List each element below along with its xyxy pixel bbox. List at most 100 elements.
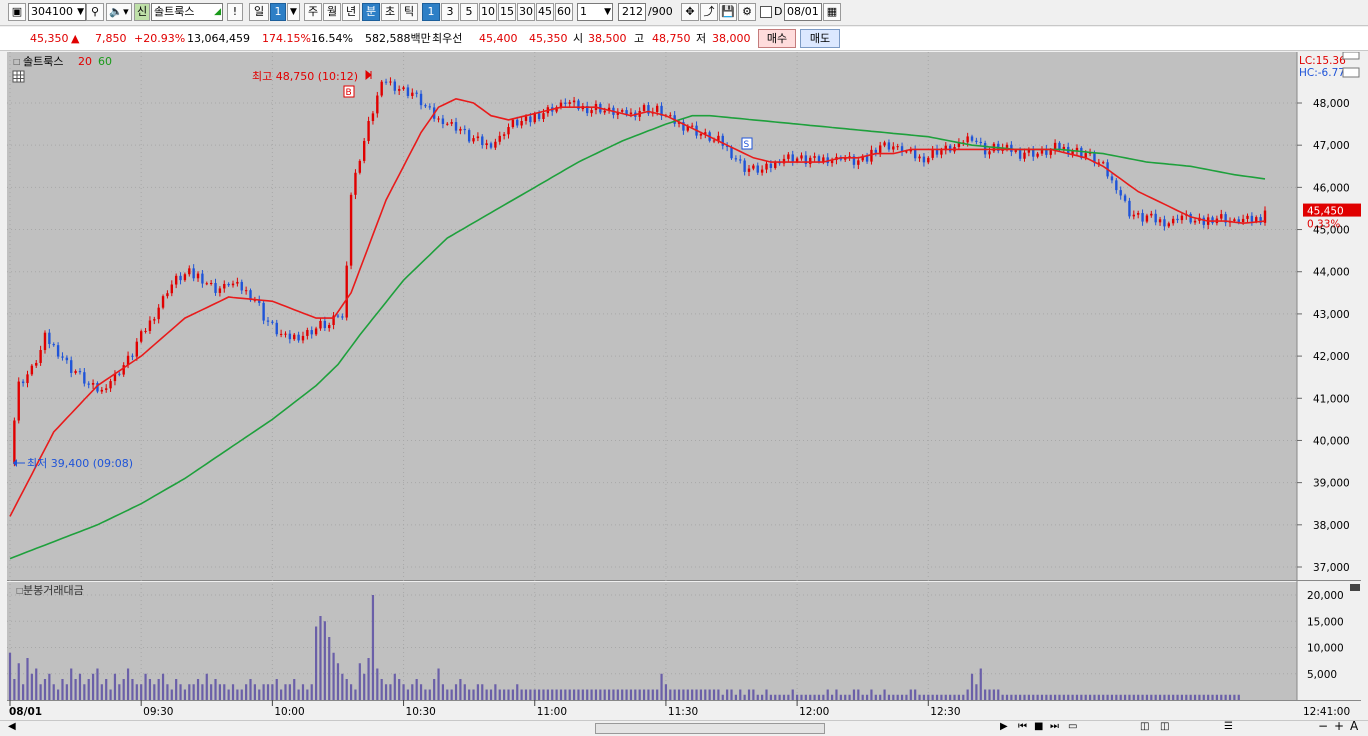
interval-5[interactable]: 5 (460, 3, 478, 21)
calendar-icon[interactable]: ▦ (823, 3, 841, 21)
chart-scrollbar[interactable]: ◀ ▶ ⏮ ■ ⏭ ▭ ◫ ◫ ☰ − + A (0, 719, 1368, 736)
day-count[interactable]: 1 (270, 3, 286, 21)
crosshair-icon[interactable]: ✥ (681, 3, 699, 21)
count-input[interactable]: 212 (618, 3, 646, 21)
table-icon[interactable] (12, 70, 25, 83)
best-ask: 45,400 (479, 32, 518, 45)
candle-body (1032, 149, 1035, 157)
volume-bar (192, 684, 195, 700)
interval-3[interactable]: 3 (441, 3, 459, 21)
tick-tab[interactable]: 틱 (400, 3, 418, 21)
scroll-right-icon[interactable]: ▶ (1000, 721, 1008, 732)
drawing-icon[interactable]: ⤴ (700, 3, 718, 21)
candle-body (56, 345, 60, 357)
chart-area[interactable]: 48,000 47,000 46,000 45,000 44,000 43,000 42,0… (7, 51, 1361, 720)
checkbox-box[interactable] (760, 6, 772, 18)
price-chart-svg[interactable]: 48,00047,00046,00045,00044,00043,00042,0… (7, 51, 1361, 720)
interval-10[interactable]: 10 (479, 3, 497, 21)
sound-icon[interactable]: 🔈▾ (106, 3, 132, 21)
volume-bar (826, 689, 829, 700)
volume-bar (822, 694, 825, 700)
buy-button[interactable]: 매수 (758, 29, 796, 48)
save-icon[interactable]: 💾 (719, 3, 737, 21)
volume-bar (975, 684, 978, 700)
candle-body (1036, 153, 1039, 157)
volume-scale-icon[interactable] (1350, 584, 1360, 591)
menu-icon[interactable]: ☰ (1224, 721, 1233, 732)
candle-body (791, 154, 794, 162)
candle-body (516, 119, 519, 126)
time-tick-label: 10:00 (274, 706, 304, 718)
interval-1[interactable]: 1 (422, 3, 440, 21)
volume-bar (896, 694, 899, 700)
interval-30[interactable]: 30 (517, 3, 535, 21)
window-icon[interactable]: ▭ (1068, 721, 1077, 732)
first-icon[interactable]: ⏮ (1018, 721, 1027, 732)
scale-down-icon[interactable] (1342, 67, 1360, 78)
candle-body (227, 283, 230, 286)
day-tab[interactable]: 일 (249, 3, 269, 21)
scroll-thumb[interactable] (595, 723, 825, 734)
chevron-down-icon[interactable]: ▼ (77, 4, 84, 20)
last-icon[interactable]: ⏭ (1050, 721, 1059, 732)
interval-60[interactable]: 60 (555, 3, 573, 21)
candle-body (712, 140, 716, 142)
volume-bar (30, 673, 33, 700)
zoom-out-icon[interactable]: − (1318, 719, 1328, 733)
low-label: 저 (696, 32, 707, 45)
split-icon[interactable]: ◫ (1160, 721, 1169, 732)
volume-bar (577, 689, 580, 700)
high-label: 고 (634, 32, 645, 45)
volume-bar (1180, 694, 1184, 700)
sell-button[interactable]: 매도 (800, 29, 840, 48)
volume-bar (669, 689, 672, 700)
volume-bar (590, 689, 593, 700)
layout-icon[interactable]: ▣ (8, 3, 26, 21)
stock-code-value: 304100 (31, 5, 73, 18)
candle-body (13, 420, 16, 464)
candle-body (223, 283, 226, 289)
stock-name-field[interactable]: 솔트룩스 ◢ (151, 3, 223, 21)
auto-icon[interactable]: A (1350, 719, 1358, 733)
date-input[interactable]: 08/01 (784, 3, 822, 21)
second-tab[interactable]: 초 (381, 3, 399, 21)
scale-up-icon[interactable] (1342, 51, 1360, 60)
week-tab[interactable]: 주 (304, 3, 322, 21)
interval-15[interactable]: 15 (498, 3, 516, 21)
search-icon[interactable]: ⚲ (86, 3, 104, 21)
collapse-icon[interactable]: □ (13, 57, 21, 66)
chevron-down-icon[interactable]: ▼ (604, 4, 611, 20)
date-checkbox[interactable] (759, 3, 773, 21)
volume-bar (1128, 694, 1131, 700)
volume-bar (1193, 694, 1197, 700)
volume-bar (489, 689, 493, 700)
candle-body (328, 325, 331, 329)
candle-body (214, 283, 217, 293)
zoom-in-icon[interactable]: + (1334, 719, 1344, 733)
candle-body (424, 105, 427, 107)
alert-button[interactable]: ! (227, 3, 243, 21)
volume-bar (616, 689, 619, 700)
volume-bar (581, 689, 584, 700)
low-price: 38,000 (712, 32, 751, 45)
custom-interval-input[interactable]: 1 ▼ (577, 3, 613, 21)
layout-toggle-icon[interactable]: ◫ (1140, 721, 1149, 732)
candle-body (1237, 219, 1240, 222)
month-tab[interactable]: 월 (323, 3, 341, 21)
candle-body (655, 105, 659, 112)
year-tab[interactable]: 년 (342, 3, 360, 21)
stock-code-input[interactable]: 304100 ▼ (28, 3, 86, 21)
stop-icon[interactable]: ■ (1034, 721, 1043, 732)
gear-icon[interactable]: ⚙ (738, 3, 756, 21)
candle-body (572, 100, 576, 103)
volume-panel-title: 분봉거래대금 (23, 584, 84, 597)
candle-body (406, 87, 410, 96)
scroll-left-icon[interactable]: ◀ (8, 721, 16, 732)
day-count-dropdown[interactable]: ▼ (287, 3, 300, 21)
volume-bar (1014, 694, 1017, 700)
interval-45[interactable]: 45 (536, 3, 554, 21)
minute-tab[interactable]: 분 (362, 3, 380, 21)
volume-bar (1071, 694, 1074, 700)
volume-bar (275, 679, 278, 700)
candle-body (170, 284, 173, 294)
